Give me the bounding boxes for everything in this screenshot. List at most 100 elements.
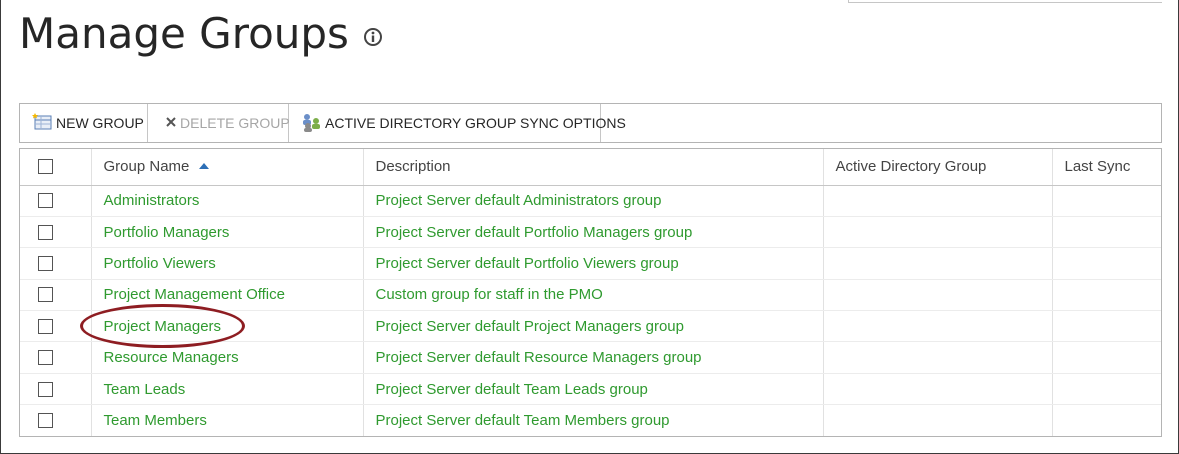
row-select-cell bbox=[20, 310, 92, 343]
group-description-link[interactable]: Project Server default Team Leads group bbox=[376, 381, 648, 398]
row-select-cell bbox=[20, 373, 92, 406]
column-header-description[interactable]: Description bbox=[363, 149, 824, 186]
row-checkbox[interactable] bbox=[38, 318, 53, 334]
row-checkbox[interactable] bbox=[38, 287, 53, 303]
sort-ascending-icon bbox=[199, 163, 210, 170]
ad-group-cell bbox=[823, 310, 1053, 343]
description-cell: Project Server default Administrators gr… bbox=[363, 185, 824, 217]
group-name-cell: Portfolio Managers bbox=[91, 216, 364, 249]
row-checkbox[interactable] bbox=[38, 350, 53, 366]
ad-group-cell bbox=[823, 279, 1053, 312]
title-row: Manage Groups bbox=[19, 6, 383, 62]
description-cell: Project Server default Resource Managers… bbox=[363, 341, 824, 374]
description-cell: Project Server default Team Leads group bbox=[363, 373, 824, 406]
group-description-link[interactable]: Project Server default Portfolio Manager… bbox=[376, 224, 693, 241]
last-sync-cell bbox=[1052, 405, 1161, 436]
row-select-cell bbox=[20, 216, 92, 249]
last-sync-cell bbox=[1052, 373, 1161, 406]
new-group-icon bbox=[32, 112, 54, 134]
table-row: Team Members Project Server default Team… bbox=[20, 404, 1161, 436]
ad-group-cell bbox=[823, 185, 1053, 217]
row-select-cell bbox=[20, 247, 92, 280]
group-description-link[interactable]: Project Server default Administrators gr… bbox=[376, 192, 662, 209]
table-row: Portfolio Managers Project Server defaul… bbox=[20, 216, 1161, 249]
row-checkbox[interactable] bbox=[38, 224, 53, 240]
delete-group-button[interactable]: DELETE GROUP bbox=[148, 104, 290, 142]
ad-group-cell bbox=[823, 373, 1053, 406]
page-title: Manage Groups bbox=[19, 9, 349, 58]
toolbar: NEW GROUP DELETE GROUP ACTIVE DIRECTORY … bbox=[19, 103, 1162, 143]
last-sync-cell bbox=[1052, 341, 1161, 374]
row-checkbox[interactable] bbox=[38, 193, 53, 209]
group-description-link[interactable]: Project Server default Project Managers … bbox=[376, 318, 685, 335]
column-header-label: Active Directory Group bbox=[835, 158, 987, 176]
column-header-group-name[interactable]: Group Name bbox=[91, 149, 364, 186]
info-icon[interactable] bbox=[363, 27, 383, 47]
ad-group-cell bbox=[823, 216, 1053, 249]
column-header-ad-group[interactable]: Active Directory Group bbox=[823, 149, 1053, 186]
select-all-cell bbox=[20, 149, 92, 186]
table-header-row: Group Name Description Active Directory … bbox=[20, 149, 1161, 186]
column-header-label: Description bbox=[375, 158, 451, 176]
group-name-link[interactable]: Team Members bbox=[104, 412, 207, 429]
group-name-link[interactable]: Portfolio Viewers bbox=[104, 255, 216, 272]
group-name-cell: Administrators bbox=[91, 185, 364, 217]
group-description-link[interactable]: Project Server default Team Members grou… bbox=[376, 412, 670, 429]
groups-table: Group Name Description Active Directory … bbox=[20, 149, 1161, 436]
row-checkbox[interactable] bbox=[38, 381, 53, 397]
ad-sync-options-button[interactable]: ACTIVE DIRECTORY GROUP SYNC OPTIONS bbox=[289, 104, 626, 142]
new-group-label: NEW GROUP bbox=[56, 115, 144, 131]
last-sync-cell bbox=[1052, 216, 1161, 249]
table-row: Project Managers Project Server default … bbox=[20, 304, 1161, 349]
group-name-cell: Team Members bbox=[91, 404, 364, 436]
description-cell: Custom group for staff in the PMO bbox=[363, 279, 824, 312]
table-row: Resource Managers Project Server default… bbox=[20, 341, 1161, 374]
group-name-cell: Project Managers bbox=[79, 304, 364, 349]
group-name-link[interactable]: Team Leads bbox=[104, 381, 186, 398]
groups-grid: Group Name Description Active Directory … bbox=[19, 148, 1162, 437]
table-row: Team Leads Project Server default Team L… bbox=[20, 373, 1161, 406]
last-sync-cell bbox=[1052, 310, 1161, 343]
row-checkbox[interactable] bbox=[38, 255, 53, 271]
row-select-cell bbox=[20, 185, 92, 217]
search-box-edge[interactable] bbox=[848, 0, 1162, 3]
group-name-link[interactable]: Resource Managers bbox=[104, 349, 239, 366]
table-row: Portfolio Viewers Project Server default… bbox=[20, 247, 1161, 280]
ad-group-cell bbox=[823, 247, 1053, 280]
ad-group-cell bbox=[823, 341, 1053, 374]
ad-sync-options-label: ACTIVE DIRECTORY GROUP SYNC OPTIONS bbox=[325, 115, 626, 131]
ad-group-cell bbox=[823, 404, 1053, 436]
group-name-cell: Team Leads bbox=[91, 373, 364, 406]
group-name-cell: Portfolio Viewers bbox=[91, 247, 364, 280]
delete-group-label: DELETE GROUP bbox=[180, 115, 290, 131]
select-all-checkbox[interactable] bbox=[38, 159, 53, 175]
group-name-cell: Project Management Office bbox=[91, 279, 364, 312]
delete-x-icon bbox=[164, 115, 178, 132]
group-description-link[interactable]: Project Server default Resource Managers… bbox=[376, 349, 702, 366]
description-cell: Project Server default Portfolio Viewers… bbox=[363, 247, 824, 280]
group-description-link[interactable]: Custom group for staff in the PMO bbox=[376, 286, 603, 303]
table-row: Administrators Project Server default Ad… bbox=[20, 185, 1161, 217]
last-sync-cell bbox=[1052, 279, 1161, 312]
table-row: Project Management Office Custom group f… bbox=[20, 279, 1161, 312]
new-group-button[interactable]: NEW GROUP bbox=[20, 104, 148, 142]
group-description-link[interactable]: Project Server default Portfolio Viewers… bbox=[376, 255, 679, 272]
row-select-cell bbox=[20, 404, 92, 436]
last-sync-cell bbox=[1052, 247, 1161, 280]
column-header-label: Last Sync bbox=[1064, 158, 1131, 176]
description-cell: Project Server default Portfolio Manager… bbox=[363, 216, 824, 249]
description-cell: Project Server default Project Managers … bbox=[363, 310, 824, 343]
column-header-label: Group Name bbox=[103, 158, 190, 176]
group-name-link[interactable]: Project Managers bbox=[104, 318, 222, 335]
row-select-cell bbox=[20, 341, 92, 374]
row-select-cell bbox=[20, 279, 92, 312]
group-name-link[interactable]: Portfolio Managers bbox=[104, 224, 230, 241]
group-name-cell: Resource Managers bbox=[91, 341, 364, 374]
column-header-last-sync[interactable]: Last Sync bbox=[1052, 149, 1161, 186]
row-checkbox[interactable] bbox=[38, 413, 53, 429]
last-sync-cell bbox=[1052, 185, 1161, 217]
directory-sync-icon bbox=[301, 112, 323, 135]
description-cell: Project Server default Team Members grou… bbox=[363, 404, 824, 436]
group-name-link[interactable]: Administrators bbox=[104, 192, 200, 209]
group-name-link[interactable]: Project Management Office bbox=[104, 286, 285, 303]
